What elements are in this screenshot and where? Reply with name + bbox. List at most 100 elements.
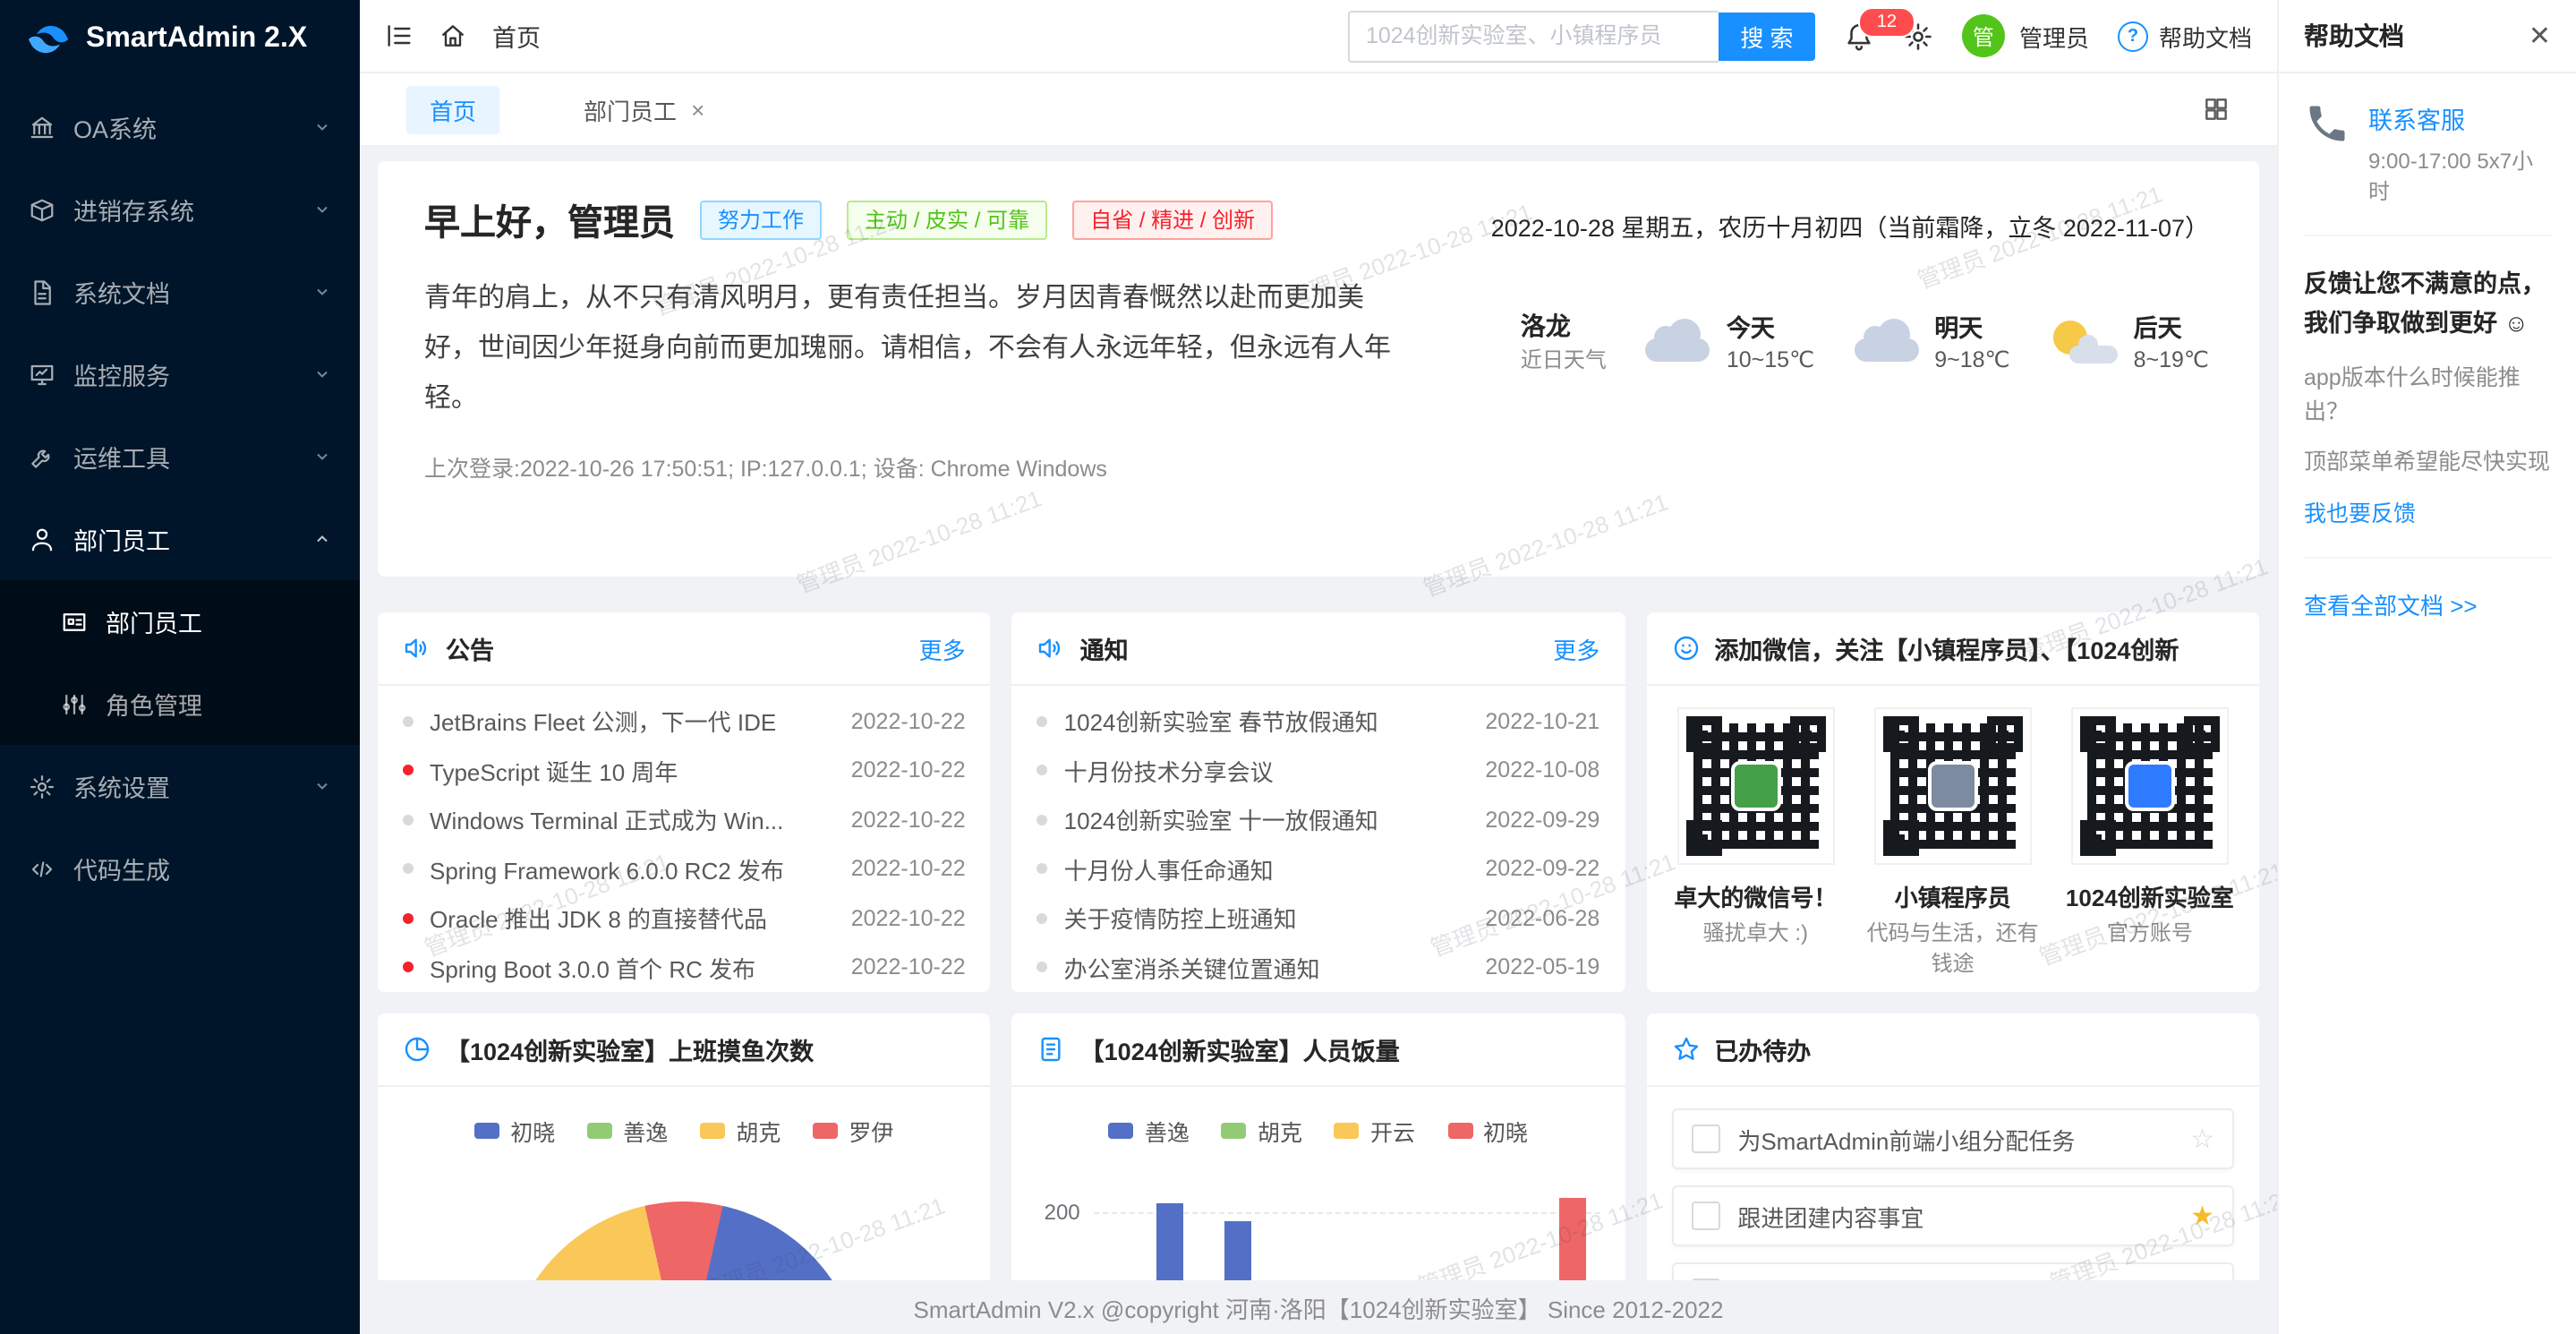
weather-city: 洛龙 近日天气 bbox=[1521, 308, 1607, 376]
sidebar-item-label: 角色管理 bbox=[106, 686, 202, 722]
home-icon[interactable] bbox=[439, 21, 467, 50]
sidebar-item-settings[interactable]: 系统设置 bbox=[0, 745, 360, 827]
feedback-link[interactable]: 我也要反馈 bbox=[2304, 494, 2416, 528]
chevron-down-icon bbox=[313, 448, 331, 466]
legend-label: 胡克 bbox=[736, 1114, 780, 1148]
close-icon[interactable]: ✕ bbox=[2529, 20, 2551, 52]
pie-chart-icon bbox=[403, 1035, 431, 1064]
weather-day-today: 今天 10~15℃ bbox=[1646, 308, 1814, 376]
item-date: 2022-10-22 bbox=[851, 709, 966, 734]
qr-caption-title: 小镇程序员 bbox=[1860, 879, 2046, 913]
star-icon[interactable]: ☆ bbox=[2190, 1125, 2214, 1152]
layout-grid-icon[interactable] bbox=[2202, 95, 2231, 124]
announcement-item[interactable]: Spring Boot 3.0.0 首个 RC 发布2022-10-22 bbox=[403, 943, 966, 992]
announcement-item[interactable]: Oracle 推出 JDK 8 的直接替代品2022-10-22 bbox=[403, 894, 966, 943]
search-input[interactable] bbox=[1348, 10, 1719, 62]
notice-item[interactable]: 关于疫情防控上班通知2022-06-28 bbox=[1037, 894, 1600, 943]
breadcrumb[interactable]: 首页 bbox=[492, 18, 541, 54]
bullet-dot-red bbox=[403, 765, 414, 776]
help-doc-button[interactable]: ? 帮助文档 bbox=[2118, 19, 2252, 53]
legend-item[interactable]: 开云 bbox=[1335, 1114, 1415, 1148]
sidebar-item-role-mgmt[interactable]: 角色管理 bbox=[0, 663, 360, 745]
checkbox[interactable] bbox=[1691, 1201, 1719, 1230]
divider bbox=[2304, 557, 2551, 559]
notices-more-link[interactable]: 更多 bbox=[1553, 631, 1599, 665]
announcement-item[interactable]: JetBrains Fleet 公测，下一代 IDE2022-10-22 bbox=[403, 697, 966, 746]
item-date: 2022-10-22 bbox=[851, 857, 966, 882]
wechat-card: 添加微信，关注【小镇程序员】、【1024创新 卓大的微信号！ 骚扰卓大 :) 小… bbox=[1646, 612, 2259, 992]
bullet-dot bbox=[403, 716, 414, 727]
sidebar-item-dept[interactable]: 部门员工 bbox=[0, 498, 360, 580]
chevron-down-icon bbox=[313, 365, 331, 383]
sidebar-item-docs[interactable]: 系统文档 bbox=[0, 251, 360, 333]
sidebar-item-oa[interactable]: OA系统 bbox=[0, 86, 360, 168]
notice-item[interactable]: 办公室消杀关键位置通知2022-05-19 bbox=[1037, 943, 1600, 992]
tools-icon bbox=[29, 443, 55, 470]
moyu-chart: 初晓 善逸 胡克 罗伊 bbox=[378, 1087, 991, 1280]
bar bbox=[1157, 1204, 1184, 1280]
moyu-chart-card: 【1024创新实验室】上班摸鱼次数 初晓 善逸 胡克 罗伊 bbox=[378, 1013, 991, 1280]
contact-support-link[interactable]: 联系客服 bbox=[2368, 107, 2465, 134]
legend-swatch bbox=[1222, 1123, 1247, 1139]
moyu-legend: 初晓 善逸 胡克 罗伊 bbox=[378, 1087, 991, 1148]
sun-cloud-icon bbox=[2050, 319, 2118, 365]
legend-item[interactable]: 善逸 bbox=[587, 1114, 668, 1148]
sidebar-item-ops-tools[interactable]: 运维工具 bbox=[0, 415, 360, 498]
sidebar-item-codegen[interactable]: 代码生成 bbox=[0, 827, 360, 910]
sidebar-item-label: 进销存系统 bbox=[73, 192, 194, 227]
sidebar-item-monitor[interactable]: 监控服务 bbox=[0, 333, 360, 415]
cloud-icon bbox=[1646, 338, 1710, 362]
sidebar-item-label: 系统设置 bbox=[73, 768, 170, 804]
footer-copyright: SmartAdmin V2.x @copyright 河南·洛阳【1024创新实… bbox=[360, 1280, 2277, 1334]
legend-label: 开云 bbox=[1370, 1114, 1415, 1148]
notice-item[interactable]: 十月份人事任命通知2022-09-22 bbox=[1037, 844, 1600, 894]
tab-home[interactable]: 首页 bbox=[406, 85, 499, 133]
qr-center-logo bbox=[1928, 761, 1978, 811]
bullet-dot bbox=[1037, 716, 1048, 727]
legend-item[interactable]: 初晓 bbox=[1447, 1114, 1528, 1148]
sidebar-item-label: 部门员工 bbox=[106, 603, 202, 639]
sidebar-item-dept-employees[interactable]: 部门员工 bbox=[0, 580, 360, 663]
tab-close-icon[interactable]: × bbox=[691, 96, 704, 123]
announcement-item[interactable]: Spring Framework 6.0.0 RC2 发布 2022-10-22 bbox=[403, 844, 966, 894]
announcements-card: 公告 更多 JetBrains Fleet 公测，下一代 IDE2022-10-… bbox=[378, 612, 991, 992]
star-icon[interactable]: ☆ bbox=[2190, 1279, 2214, 1280]
fanliang-legend: 善逸 胡克 开云 初晓 bbox=[1012, 1087, 1625, 1148]
legend-item[interactable]: 罗伊 bbox=[813, 1114, 893, 1148]
todo-item: 为SmartAdmin前端小组分配任务 ☆ bbox=[1671, 1108, 2234, 1169]
menu-fold-icon[interactable] bbox=[385, 21, 414, 50]
notice-item[interactable]: 1024创新实验室 春节放假通知2022-10-21 bbox=[1037, 697, 1600, 746]
legend-label: 善逸 bbox=[1145, 1114, 1190, 1148]
user-menu[interactable]: 管 管理员 bbox=[1962, 14, 2089, 57]
dashboard-content: 管理员 2022-10-28 11:21管理员 2022-10-28 11:21… bbox=[360, 147, 2277, 1280]
item-text: Spring Framework 6.0.0 RC2 发布 bbox=[430, 852, 835, 886]
legend-item[interactable]: 胡克 bbox=[1222, 1114, 1302, 1148]
bullet-dot-red bbox=[403, 962, 414, 973]
legend-item[interactable]: 初晓 bbox=[474, 1114, 555, 1148]
all-docs-link[interactable]: 查看全部文档 >> bbox=[2304, 587, 2478, 621]
search-button[interactable]: 搜 索 bbox=[1719, 12, 1815, 60]
chevron-down-icon bbox=[313, 283, 331, 301]
notice-item[interactable]: 1024创新实验室 十一放假通知2022-09-29 bbox=[1037, 795, 1600, 844]
weather-day-temp: 9~18℃ bbox=[1934, 347, 2009, 372]
legend-item[interactable]: 胡克 bbox=[700, 1114, 780, 1148]
notice-item[interactable]: 十月份技术分享会议2022-10-08 bbox=[1037, 746, 1600, 795]
app-logo[interactable]: SmartAdmin 2.X bbox=[0, 0, 360, 79]
item-text: Oracle 推出 JDK 8 的直接替代品 bbox=[430, 902, 835, 936]
bullet-dot-red bbox=[403, 913, 414, 924]
team-icon bbox=[29, 526, 55, 552]
tab-dept-employees[interactable]: 部门员工 × bbox=[560, 85, 728, 133]
checkbox[interactable] bbox=[1691, 1278, 1719, 1280]
checkbox[interactable] bbox=[1691, 1124, 1719, 1153]
chevron-down-icon bbox=[313, 201, 331, 218]
notification-bell[interactable]: 12 bbox=[1844, 21, 1874, 51]
announcement-item[interactable]: TypeScript 诞生 10 周年2022-10-22 bbox=[403, 746, 966, 795]
qr-caption-sub: 官方账号 bbox=[2057, 919, 2243, 950]
code-icon bbox=[29, 855, 55, 882]
legend-item[interactable]: 善逸 bbox=[1109, 1114, 1190, 1148]
announcements-more-link[interactable]: 更多 bbox=[919, 631, 966, 665]
announcement-item[interactable]: Windows Terminal 正式成为 Win...2022-10-22 bbox=[403, 795, 966, 844]
sidebar-item-erp[interactable]: 进销存系统 bbox=[0, 168, 360, 251]
star-filled-icon[interactable]: ★ bbox=[2190, 1202, 2214, 1229]
legend-swatch bbox=[700, 1123, 725, 1139]
